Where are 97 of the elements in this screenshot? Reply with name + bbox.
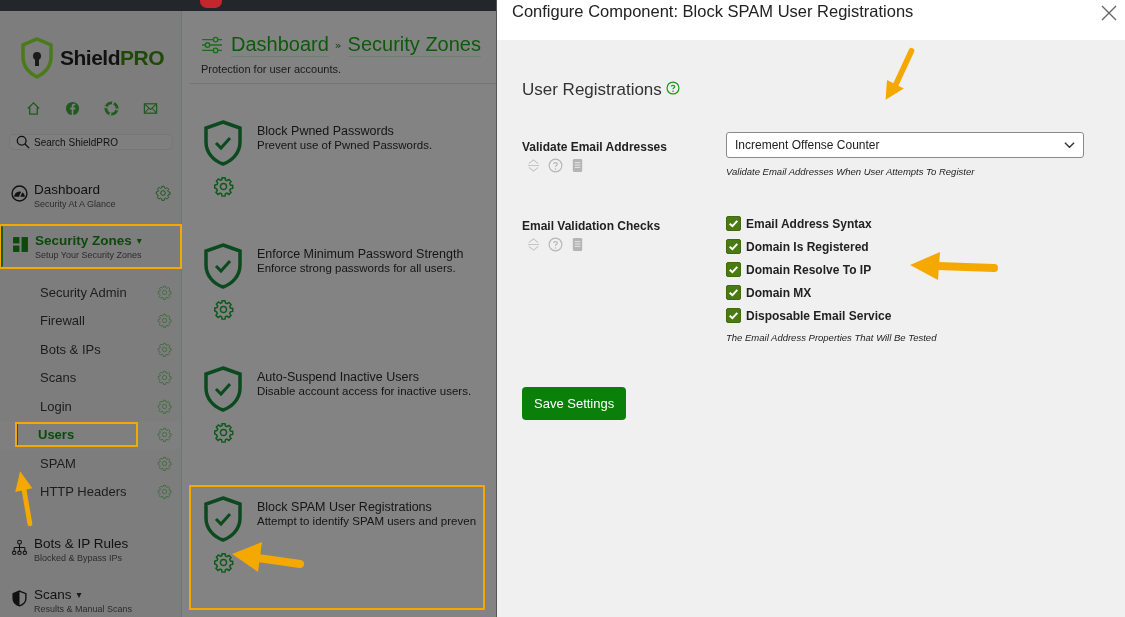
gear-icon[interactable] <box>212 422 234 443</box>
nav-subtitle: Security At A Glance <box>34 199 117 209</box>
shield-check-icon <box>203 120 243 166</box>
select-dropdown[interactable]: Increment Offense Counter <box>726 132 1084 158</box>
checkmark-icon <box>727 286 740 300</box>
nav-item[interactable]: Security Zones ▾ Setup Your Security Zones <box>0 225 181 268</box>
page-description: Protection for user accounts. <box>190 57 496 84</box>
gear-icon[interactable] <box>157 455 172 471</box>
checkbox[interactable] <box>726 216 741 232</box>
card-description: Prevent use of Pwned Passwords. <box>257 139 433 151</box>
card-title: Block Pwned Passwords <box>257 124 395 138</box>
shield-icon <box>11 590 28 607</box>
checkbox-label[interactable]: Domain Is Registered <box>746 239 869 254</box>
checkbox[interactable] <box>726 239 741 255</box>
card-title: Enforce Minimum Password Strength <box>257 247 464 261</box>
nav-item[interactable]: Dashboard Security At A Glance <box>0 174 181 217</box>
facebook-icon[interactable] <box>65 101 80 116</box>
gear-icon[interactable] <box>212 299 234 320</box>
document-icon[interactable] <box>570 237 585 252</box>
nav-item[interactable]: Bots & IP Rules Blocked & Bypass IPs <box>0 528 181 571</box>
sliders-icon <box>201 36 223 54</box>
submenu-item[interactable]: Scans <box>40 366 137 390</box>
checkmark-icon <box>727 240 740 254</box>
close-icon[interactable] <box>1101 5 1117 21</box>
submenu-item[interactable]: Security Admin <box>40 280 137 304</box>
checkbox[interactable] <box>726 308 741 324</box>
gear-icon[interactable] <box>157 341 172 357</box>
grid-icon <box>12 236 29 253</box>
submenu-item[interactable]: Firewall <box>40 309 137 333</box>
checkmark-icon <box>727 309 740 323</box>
card-description: Attempt to identify SPAM users and preven <box>257 515 477 527</box>
brand-name: ShieldPRO <box>60 46 165 70</box>
nav-title: Security Zones <box>35 233 132 248</box>
checkbox-label[interactable]: Email Address Syntax <box>746 216 872 231</box>
mail-icon[interactable] <box>143 101 158 116</box>
help-icon[interactable] <box>548 158 563 173</box>
search-field[interactable]: Search ShieldPRO <box>9 134 173 150</box>
checkmark-icon <box>727 217 740 231</box>
checkbox-label[interactable]: Domain MX <box>746 285 812 300</box>
home-icon[interactable] <box>26 101 41 116</box>
help-icon[interactable] <box>548 237 563 252</box>
gear-icon[interactable] <box>212 552 234 573</box>
field-hint: The Email Address Properties That Will Be Tested <box>726 332 937 343</box>
gauge-icon <box>11 185 28 202</box>
save-settings-button[interactable]: Save Settings <box>522 387 627 420</box>
checkbox-label[interactable]: Domain Resolve To IP <box>746 262 872 277</box>
nav-title: Scans <box>34 587 72 602</box>
breadcrumb-link[interactable]: Dashboard <box>231 33 329 57</box>
document-icon[interactable] <box>570 158 585 173</box>
sort-icon[interactable] <box>526 237 541 252</box>
gear-icon[interactable] <box>157 484 172 500</box>
nav-title: Bots & IP Rules <box>34 536 129 551</box>
submenu-item[interactable]: Bots & IPs <box>40 337 137 361</box>
card-title: Auto-Suspend Inactive Users <box>257 370 420 384</box>
checkbox[interactable] <box>726 285 741 301</box>
search-input[interactable]: Search ShieldPRO <box>34 136 164 148</box>
breadcrumb-separator: » <box>334 38 342 52</box>
sort-icon[interactable] <box>526 158 541 173</box>
lifebuoy-icon[interactable] <box>104 101 119 116</box>
submenu-item[interactable]: Login <box>40 394 137 418</box>
shield-check-icon <box>203 243 243 289</box>
shield-check-icon <box>203 496 243 542</box>
help-icon[interactable] <box>665 81 680 95</box>
caret-icon: ▾ <box>136 235 142 246</box>
card-title: Block SPAM User Registrations <box>257 500 433 514</box>
nav-subtitle: Blocked & Bypass IPs <box>34 553 124 563</box>
submenu-item[interactable]: Users <box>16 423 137 447</box>
checkmark-icon <box>727 263 740 277</box>
caret-icon: ▾ <box>76 589 82 600</box>
nav-item[interactable]: Scans ▾ Results & Manual Scans <box>0 579 181 617</box>
checkbox[interactable] <box>726 262 741 278</box>
card-description: Enforce strong passwords for all users. <box>257 262 457 274</box>
field-label: Validate Email Addresses <box>522 140 668 154</box>
gear-icon[interactable] <box>157 427 172 443</box>
gear-icon[interactable] <box>155 185 171 201</box>
nav-subtitle: Setup Your Security Zones <box>35 250 143 260</box>
chevron-down-icon <box>1064 141 1075 149</box>
submenu-item[interactable]: SPAM <box>40 451 137 475</box>
checkbox-label[interactable]: Disposable Email Service <box>746 308 892 323</box>
shield-logo-icon <box>20 37 54 79</box>
nav-subtitle: Results & Manual Scans <box>34 604 134 614</box>
nav-title: Dashboard <box>34 182 101 197</box>
gear-icon[interactable] <box>157 370 172 386</box>
gear-icon[interactable] <box>157 398 172 414</box>
section-title: User Registrations <box>522 80 662 100</box>
field-label: Email Validation Checks <box>522 219 662 233</box>
submenu-item[interactable]: HTTP Headers <box>40 480 137 504</box>
network-icon <box>11 539 28 556</box>
gear-icon[interactable] <box>157 284 172 300</box>
search-icon <box>16 135 30 149</box>
gear-icon[interactable] <box>212 176 234 197</box>
shield-check-icon <box>203 366 243 412</box>
field-hint: Validate Email Addresses When User Attempts To Register <box>726 166 976 177</box>
breadcrumb-link[interactable]: Security Zones <box>347 33 481 57</box>
card-description: Disable account access for inactive users. <box>257 385 472 397</box>
gear-icon[interactable] <box>157 313 172 329</box>
dialog-title: Configure Component: Block SPAM User Registrations <box>512 2 914 21</box>
